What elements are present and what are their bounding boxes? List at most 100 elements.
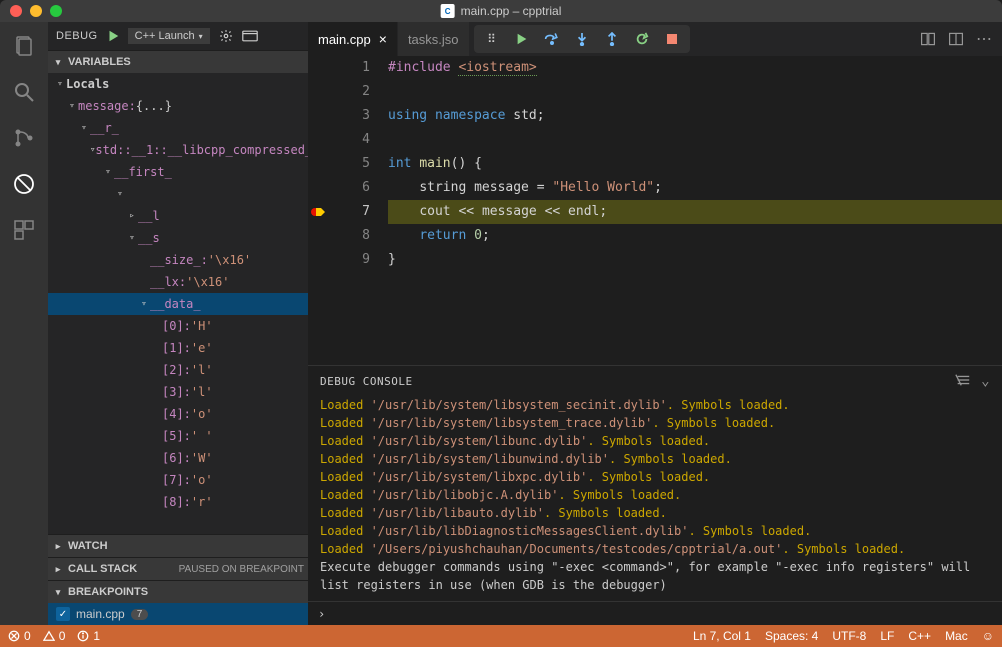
panel-header: DEBUG CONSOLE ⌄ <box>308 366 1002 396</box>
feedback-icon[interactable]: ☺ <box>982 629 994 643</box>
variable-row[interactable]: ▿__r_ <box>48 117 308 139</box>
variable-row[interactable]: ▿__first_ <box>48 161 308 183</box>
variable-row[interactable]: ▿ <box>48 183 308 205</box>
variable-row[interactable]: ▿std::__1::__libcpp_compressed_pa… <box>48 139 308 161</box>
console-line: Loaded '/usr/lib/libauto.dylib'. Symbols… <box>320 504 990 522</box>
variable-row[interactable]: [1]: 'e' <box>48 337 308 359</box>
search-icon[interactable] <box>10 78 38 106</box>
variable-row[interactable]: [7]: 'o' <box>48 469 308 491</box>
execution-pointer-icon <box>310 206 326 218</box>
compare-icon[interactable] <box>920 31 936 47</box>
step-into-icon[interactable] <box>574 31 590 47</box>
explorer-icon[interactable] <box>10 32 38 60</box>
restart-icon[interactable] <box>634 31 650 47</box>
status-encoding[interactable]: UTF-8 <box>832 629 866 643</box>
variable-row[interactable]: [3]: 'l' <box>48 381 308 403</box>
gear-icon[interactable] <box>218 28 234 44</box>
editor-actions: ⋯ <box>920 22 1002 56</box>
variable-row[interactable]: ▿message: {...} <box>48 95 308 117</box>
breakpoints-header[interactable]: ▾BREAKPOINTS <box>48 581 308 603</box>
variable-row[interactable]: [6]: 'W' <box>48 447 308 469</box>
debug-console-icon[interactable] <box>242 28 258 44</box>
status-os[interactable]: Mac <box>945 629 968 643</box>
start-debug-icon[interactable] <box>106 29 120 43</box>
debug-icon[interactable] <box>10 170 38 198</box>
breakpoint-file: main.cpp <box>76 607 125 621</box>
drag-handle-icon[interactable]: ⠿ <box>484 31 500 47</box>
variable-row[interactable]: __size_: '\x16' <box>48 249 308 271</box>
debug-config-label: C++ Launch <box>135 30 195 42</box>
variables-tree: ▿Locals ▿message: {...}▿__r_▿std::__1::_… <box>48 73 308 534</box>
watch-header[interactable]: ▸WATCH <box>48 535 308 557</box>
console-output[interactable]: Loaded '/usr/lib/system/libsystem_secini… <box>308 396 1002 601</box>
activity-bar <box>0 22 48 625</box>
variable-row[interactable]: ▹__l <box>48 205 308 227</box>
debug-config-dropdown[interactable]: C++ Launch ▾ <box>128 28 210 44</box>
variable-row[interactable]: ▿__data_ <box>48 293 308 315</box>
status-position[interactable]: Ln 7, Col 1 <box>693 629 751 643</box>
scope-row[interactable]: ▿Locals <box>48 73 308 95</box>
extensions-icon[interactable] <box>10 216 38 244</box>
callstack-header[interactable]: ▸CALL STACK PAUSED ON BREAKPOINT <box>48 558 308 580</box>
variable-row[interactable]: [4]: 'o' <box>48 403 308 425</box>
variable-row[interactable]: [8]: 'r' <box>48 491 308 513</box>
step-over-icon[interactable] <box>544 31 560 47</box>
variables-section: ▾VARIABLES ▿Locals ▿message: {...}▿__r_▿… <box>48 50 308 534</box>
console-line: Loaded '/usr/lib/system/libunc.dylib'. S… <box>320 432 990 450</box>
console-line: Loaded '/usr/lib/system/libsystem_trace.… <box>320 414 990 432</box>
code-editor[interactable]: 123456789 #include <iostream>using names… <box>308 56 1002 365</box>
tab-tasks-json[interactable]: tasks.jso <box>398 22 470 56</box>
callstack-status: PAUSED ON BREAKPOINT <box>179 564 304 575</box>
continue-icon[interactable] <box>514 31 530 47</box>
breakpoint-line: 7 <box>131 609 149 620</box>
console-line: Loaded '/Users/piyushchauhan/Documents/t… <box>320 540 990 558</box>
console-line: Loaded '/usr/lib/libobjc.A.dylib'. Symbo… <box>320 486 990 504</box>
more-icon[interactable]: ⋯ <box>976 29 992 49</box>
stop-icon[interactable] <box>664 31 680 47</box>
status-errors[interactable]: 0 <box>8 629 31 643</box>
watch-section: ▸WATCH <box>48 534 308 557</box>
window-controls <box>0 5 62 17</box>
console-line: Loaded '/usr/lib/system/libunwind.dylib'… <box>320 450 990 468</box>
breakpoint-item[interactable]: ✓ main.cpp 7 <box>48 603 308 625</box>
status-bar: 0 0 1 Ln 7, Col 1 Spaces: 4 UTF-8 LF C++… <box>0 625 1002 647</box>
panel-title: DEBUG CONSOLE <box>320 375 413 388</box>
status-eol[interactable]: LF <box>880 629 894 643</box>
clear-console-icon[interactable] <box>955 373 971 389</box>
console-input[interactable]: › <box>308 601 1002 625</box>
window-title: main.cpp – cpptrial <box>461 4 562 18</box>
console-line: Loaded '/usr/lib/system/libsystem_secini… <box>320 396 990 414</box>
source-control-icon[interactable] <box>10 124 38 152</box>
chevron-down-icon[interactable]: ⌄ <box>981 373 990 389</box>
tabs-bar: main.cpp × tasks.jso ⠿ <box>308 22 1002 56</box>
titlebar: C main.cpp – cpptrial <box>0 0 1002 22</box>
cpp-file-icon: C <box>441 4 455 18</box>
status-warnings[interactable]: 0 <box>43 629 66 643</box>
console-line: Execute debugger commands using "-exec <… <box>320 558 990 594</box>
debug-toolbar[interactable]: ⠿ <box>474 25 690 53</box>
variable-row[interactable]: [5]: ' ' <box>48 425 308 447</box>
close-icon[interactable]: × <box>379 31 387 47</box>
variable-row[interactable]: [0]: 'H' <box>48 315 308 337</box>
variables-header[interactable]: ▾VARIABLES <box>48 51 308 73</box>
checkbox-icon[interactable]: ✓ <box>56 607 70 621</box>
chevron-right-icon: › <box>318 607 325 621</box>
close-window[interactable] <box>10 5 22 17</box>
tab-main-cpp[interactable]: main.cpp × <box>308 22 398 56</box>
variable-row[interactable]: [2]: 'l' <box>48 359 308 381</box>
editor-group: main.cpp × tasks.jso ⠿ <box>308 22 1002 625</box>
callstack-section: ▸CALL STACK PAUSED ON BREAKPOINT <box>48 557 308 580</box>
zoom-window[interactable] <box>50 5 62 17</box>
variable-row[interactable]: ▿__s <box>48 227 308 249</box>
minimize-window[interactable] <box>30 5 42 17</box>
debug-header: DEBUG C++ Launch ▾ <box>48 22 308 50</box>
variables-title: VARIABLES <box>68 56 131 68</box>
status-spaces[interactable]: Spaces: 4 <box>765 629 818 643</box>
console-line: Loaded '/usr/lib/system/libxpc.dylib'. S… <box>320 468 990 486</box>
split-editor-icon[interactable] <box>948 31 964 47</box>
console-line: Loaded '/usr/lib/libDiagnosticMessagesCl… <box>320 522 990 540</box>
variable-row[interactable]: __lx: '\x16' <box>48 271 308 293</box>
status-language[interactable]: C++ <box>908 629 931 643</box>
step-out-icon[interactable] <box>604 31 620 47</box>
status-info[interactable]: 1 <box>77 629 100 643</box>
